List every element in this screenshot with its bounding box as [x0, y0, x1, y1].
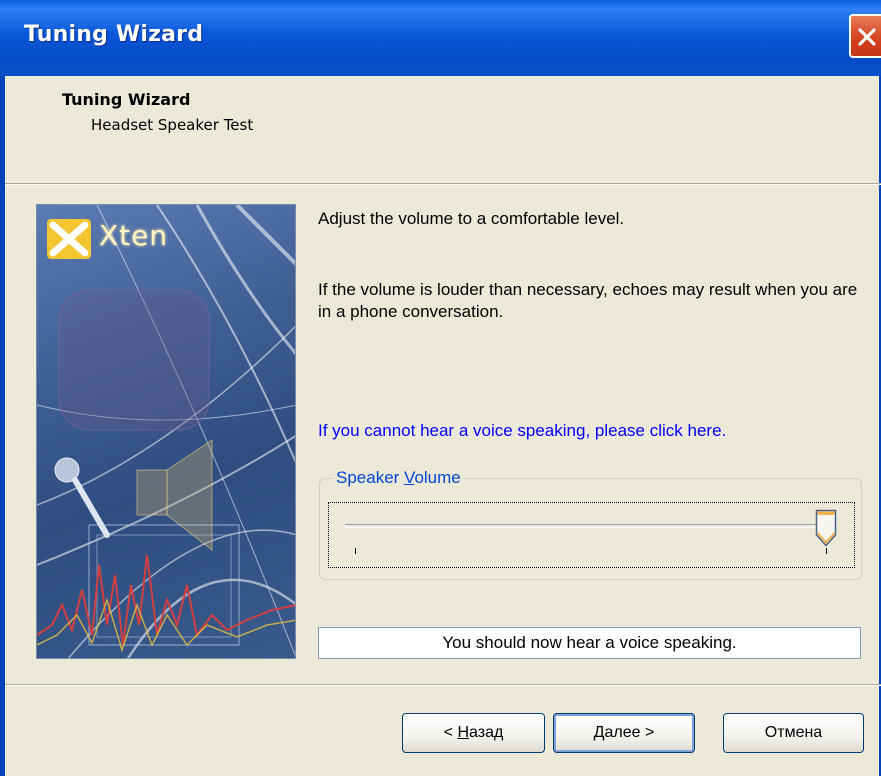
close-button[interactable] — [849, 14, 881, 58]
close-icon — [858, 28, 876, 46]
footer-divider — [5, 684, 881, 686]
next-button[interactable]: Далее > — [553, 713, 695, 753]
speaker-volume-label-accel: V — [404, 468, 415, 487]
wizard-graphic: Xten — [36, 204, 296, 659]
wizard-title: Tuning Wizard — [62, 90, 191, 109]
back-button-accel: Н — [457, 724, 470, 741]
speaker-volume-label-suffix: olume — [414, 468, 461, 487]
wizard-step-subtitle: Headset Speaker Test — [91, 116, 254, 134]
title-bar[interactable]: Tuning Wizard — [0, 0, 881, 76]
xten-logo-text: Xten — [99, 219, 169, 252]
volume-instruction: Adjust the volume to a comfortable level… — [318, 209, 625, 228]
back-button[interactable]: < Назад — [402, 713, 545, 753]
status-message: You should now hear a voice speaking. — [318, 627, 861, 659]
speaker-volume-label: Speaker Volume — [333, 468, 464, 488]
slider-track[interactable] — [345, 524, 831, 528]
back-button-suffix: азад — [469, 724, 504, 741]
speaker-volume-slider[interactable] — [328, 502, 855, 568]
slider-tick-min — [355, 548, 356, 554]
next-button-suffix: алее > — [604, 724, 655, 741]
help-link[interactable]: If you cannot hear a voice speaking, ple… — [318, 420, 726, 442]
echo-warning: If the volume is louder than necessary, … — [318, 280, 858, 321]
cancel-button[interactable]: Отмена — [723, 713, 864, 753]
wizard-artwork — [37, 205, 295, 658]
slider-thumb-icon[interactable] — [815, 509, 837, 547]
wizard-header: Tuning Wizard Headset Speaker Test — [5, 76, 879, 183]
header-divider — [5, 183, 881, 185]
slider-tick-max — [826, 548, 827, 554]
speaker-volume-label-prefix: Speaker — [336, 468, 405, 487]
back-button-prefix: < — [443, 724, 458, 741]
next-button-accel: Д — [593, 724, 605, 741]
xten-logo-icon — [47, 219, 91, 259]
window-title: Tuning Wizard — [24, 22, 204, 47]
